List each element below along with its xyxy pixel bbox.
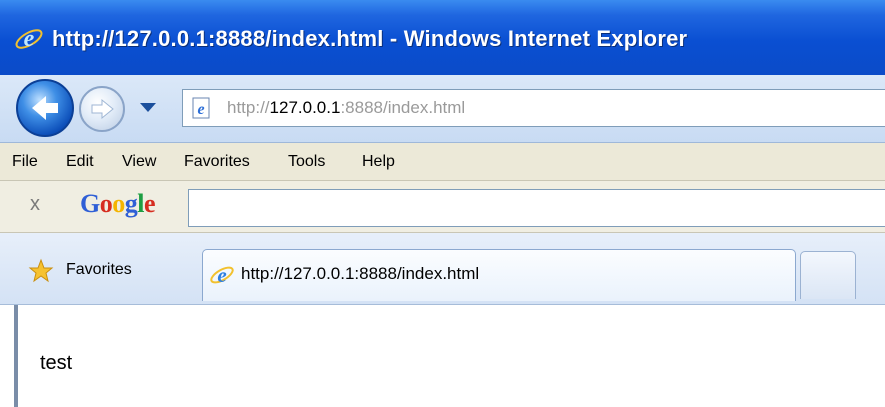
address-bar[interactable]: e http://127.0.0.1:8888/index.html (182, 89, 885, 127)
menu-tools[interactable]: Tools (288, 153, 325, 171)
google-toolbar: x Google (0, 181, 885, 233)
svg-text:e: e (197, 101, 204, 118)
tab-active[interactable]: e http://127.0.0.1:8888/index.html (202, 249, 796, 301)
star-icon[interactable] (28, 258, 54, 284)
menu-bar: File Edit View Favorites Tools Help (0, 143, 885, 181)
url-host: 127.0.0.1 (269, 98, 341, 117)
close-toolbar-icon[interactable]: x (30, 193, 40, 216)
menu-view[interactable]: View (122, 153, 156, 171)
menu-file[interactable]: File (12, 153, 38, 171)
content-border (14, 305, 18, 407)
svg-text:e: e (24, 26, 35, 52)
google-search-input[interactable] (188, 189, 885, 227)
menu-edit[interactable]: Edit (66, 153, 94, 171)
internet-explorer-icon: e (15, 26, 43, 52)
forward-arrow-icon (91, 98, 114, 120)
address-url[interactable]: http://127.0.0.1:8888/index.html (227, 98, 465, 118)
back-button[interactable] (16, 79, 74, 137)
tab-label: http://127.0.0.1:8888/index.html (241, 264, 480, 283)
page-icon: e (192, 97, 210, 119)
chevron-down-icon[interactable] (140, 103, 156, 112)
svg-text:e: e (217, 263, 226, 287)
window-title: http://127.0.0.1:8888/index.html - Windo… (52, 26, 688, 51)
menu-favorites[interactable]: Favorites (184, 153, 250, 171)
title-bar: e http://127.0.0.1:8888/index.html - Win… (0, 0, 885, 75)
page-content: test (0, 305, 885, 407)
menu-help[interactable]: Help (362, 153, 395, 171)
new-tab-button[interactable] (800, 251, 856, 299)
url-path: :8888/index.html (340, 98, 466, 117)
back-arrow-icon (32, 96, 58, 120)
favorites-button[interactable]: Favorites (66, 261, 132, 279)
internet-explorer-icon: e (210, 263, 234, 287)
page-body-text: test (40, 352, 73, 374)
url-scheme: http:// (227, 98, 270, 117)
forward-button[interactable] (79, 86, 125, 132)
google-logo[interactable]: Google (80, 189, 156, 219)
